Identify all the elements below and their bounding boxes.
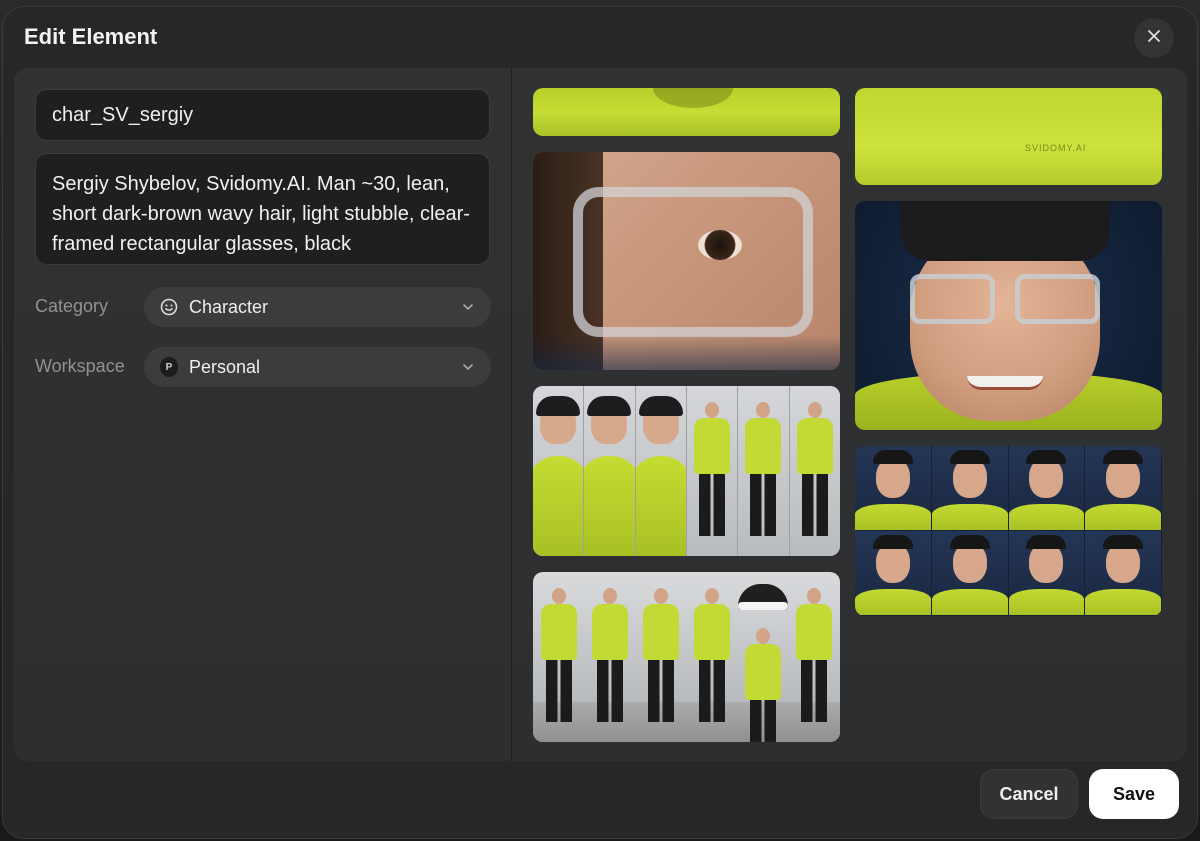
- workspace-selected-value: Personal: [189, 356, 261, 377]
- gallery-image-portrait[interactable]: [855, 201, 1162, 430]
- expression-cell: [1008, 446, 1086, 531]
- hoodie-logo-text: SVIDOMY.AI: [1025, 143, 1087, 153]
- category-select[interactable]: Character: [144, 287, 491, 327]
- save-button[interactable]: Save: [1089, 769, 1179, 819]
- form-column: Sergiy Shybelov, Svidomy.AI. Man ~30, le…: [14, 68, 511, 761]
- reference-image-gallery: SVIDOMY.AI: [512, 68, 1187, 761]
- smiley-face-icon: [160, 298, 178, 316]
- expression-cell: [931, 531, 1009, 616]
- element-name-input[interactable]: [35, 89, 490, 141]
- background-shade: [533, 335, 840, 370]
- pose-figure: [635, 572, 686, 742]
- cancel-button[interactable]: Cancel: [980, 769, 1078, 819]
- category-selected-value: Character: [189, 296, 269, 317]
- workspace-badge-wrap: P: [160, 357, 178, 377]
- turnaround-bust-front: [533, 386, 585, 556]
- turnaround-full-back: [789, 386, 840, 556]
- dialog-title: Edit Element: [24, 24, 158, 49]
- close-button[interactable]: [1134, 18, 1174, 58]
- pose-figure: [788, 572, 839, 742]
- gallery-image-eye-closeup[interactable]: [533, 152, 840, 370]
- turnaround-full-side: [738, 386, 790, 556]
- expression-cell: [855, 446, 932, 531]
- close-icon: [1147, 29, 1161, 48]
- gallery-image-poses[interactable]: [533, 572, 840, 742]
- turnaround-bust-angle: [584, 386, 636, 556]
- glasses-frame: [573, 187, 813, 337]
- expression-cell: [1008, 531, 1086, 616]
- portrait-cap: [900, 201, 1110, 261]
- chevron-down-icon: [461, 360, 475, 374]
- hoodie-fold: [653, 88, 733, 108]
- studio-lamp-glow: [738, 602, 788, 610]
- turnaround-full-front: [686, 386, 739, 556]
- gallery-image-expressions[interactable]: [855, 446, 1162, 616]
- gallery-image-turnaround[interactable]: [533, 386, 840, 556]
- expression-cell: [1085, 446, 1162, 531]
- portrait-glasses: [910, 274, 1100, 326]
- content-panel: Sergiy Shybelov, Svidomy.AI. Man ~30, le…: [14, 68, 1187, 761]
- expression-cell: [931, 446, 1009, 531]
- workspace-label: Workspace: [35, 356, 125, 376]
- workspace-avatar-badge: P: [160, 357, 178, 377]
- pose-figure: [533, 572, 584, 742]
- expression-cell: [855, 531, 932, 616]
- turnaround-bust-profile: [635, 386, 687, 556]
- edit-element-dialog: Edit Element Sergiy Shybelov, Svidomy.AI…: [2, 6, 1198, 839]
- pose-figure: [737, 612, 788, 742]
- expression-cell: [1085, 531, 1162, 616]
- element-description-input[interactable]: Sergiy Shybelov, Svidomy.AI. Man ~30, le…: [35, 153, 490, 265]
- portrait-smile: [967, 376, 1043, 390]
- workspace-select[interactable]: P Personal: [144, 347, 491, 387]
- category-label: Category: [35, 296, 109, 316]
- gallery-image-hoodie-collar[interactable]: [533, 88, 840, 136]
- chevron-down-icon: [461, 300, 475, 314]
- pose-figure: [686, 572, 737, 742]
- gallery-image-hoodie-logo[interactable]: SVIDOMY.AI: [855, 88, 1162, 185]
- pose-figure: [584, 572, 635, 742]
- eye-iris: [698, 230, 742, 260]
